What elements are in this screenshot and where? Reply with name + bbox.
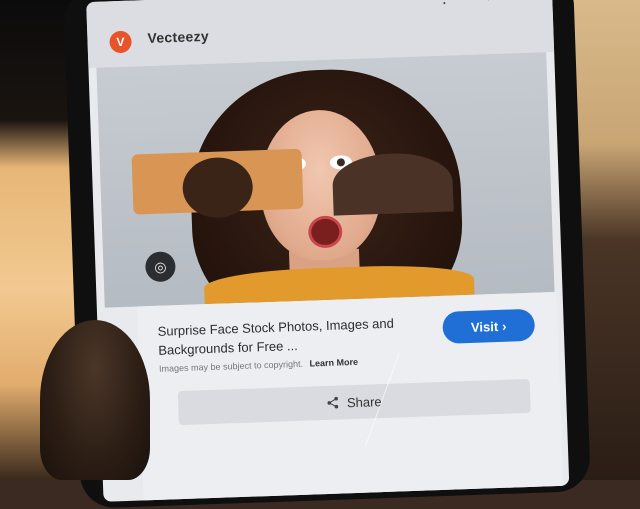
visit-button[interactable]: Visit › — [442, 308, 536, 344]
visit-label: Visit — [470, 318, 499, 335]
learn-more-link[interactable]: Learn More — [309, 357, 358, 369]
result-info-card: Surprise Face Stock Photos, Images and B… — [136, 291, 564, 502]
chevron-right-icon: › — [501, 318, 507, 334]
related-thumbnail[interactable] — [131, 148, 304, 219]
kebab-menu-icon[interactable]: ⋮ — [436, 0, 453, 12]
share-label: Share — [346, 393, 382, 410]
share-button[interactable]: Share — [177, 378, 531, 426]
share-icon — [327, 396, 338, 409]
lens-icon[interactable]: ◎ — [144, 251, 176, 283]
copyright-text: Images may be subject to copyright. — [158, 358, 304, 374]
result-title[interactable]: Surprise Face Stock Photos, Images and B… — [157, 312, 438, 360]
image-mouth — [307, 215, 343, 249]
related-thumbnail[interactable] — [331, 151, 454, 216]
close-icon[interactable]: ✕ — [483, 0, 502, 8]
site-logo: V — [109, 30, 132, 54]
site-name: Vecteezy — [147, 27, 210, 47]
hand — [40, 320, 150, 480]
copyright-notice: Images may be subject to copyright. Lear… — [159, 357, 358, 374]
thumbnail-head — [181, 156, 254, 219]
phone-screen: V Vecteezy ⋮ ✕ ◎ Surprise Face Stock Pho… — [86, 0, 570, 502]
